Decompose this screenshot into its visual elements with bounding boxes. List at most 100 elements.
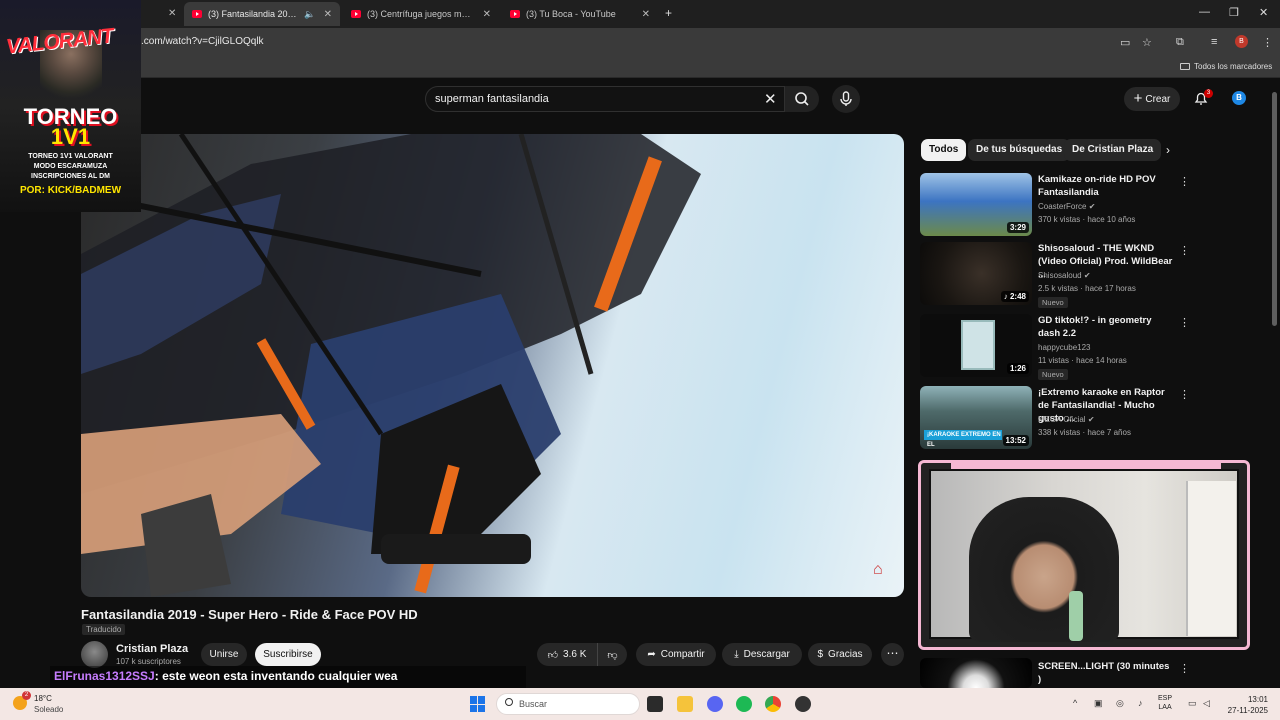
create-button[interactable]: + Crear — [1124, 87, 1180, 111]
chrome-icon[interactable] — [765, 696, 781, 712]
youtube-favicon-icon — [351, 10, 361, 18]
chat-text: : este weon esta inventando cualquier we… — [154, 669, 398, 683]
address-bar: .com/watch?v=CjilGLOQqlk ▭ ☆ ⧉ ≡ ⋮ — [0, 28, 1280, 56]
share-button[interactable]: ➦ Compartir — [636, 643, 716, 666]
recommended-video[interactable]: ♪ 2:48 Shisosaloud - THE WKND (Video Ofi… — [920, 242, 1200, 308]
download-button[interactable]: ⤓ Descargar — [722, 643, 802, 666]
restore-icon[interactable]: ❐ — [1229, 6, 1239, 19]
file-explorer-icon[interactable] — [677, 696, 693, 712]
voice-search-button[interactable] — [832, 85, 860, 113]
tab-title: (3) Tu Boca - YouTube — [526, 9, 616, 19]
tab-close-icon[interactable]: ✕ — [324, 9, 332, 20]
terminal-app-icon[interactable] — [647, 696, 663, 712]
kebab-menu-icon[interactable]: ⋮ — [1179, 316, 1190, 329]
poster-credit: POR: KICK/BADMEW — [19, 185, 122, 196]
input-language[interactable]: ESP LAA — [1158, 694, 1172, 712]
webcam-overlay — [918, 460, 1250, 650]
reading-list-icon[interactable]: ≡ — [1211, 36, 1217, 48]
close-window-icon[interactable]: ✕ — [1259, 6, 1268, 19]
speaker-icon[interactable]: 🔈 — [304, 9, 315, 20]
share-label: Compartir — [660, 649, 705, 660]
kebab-menu-icon[interactable]: ⋮ — [1179, 175, 1190, 188]
video-player[interactable] — [81, 134, 904, 597]
bookmark-star-icon[interactable]: ☆ — [1142, 36, 1152, 49]
search-input[interactable]: superman fantasilandia ✕ — [425, 86, 785, 112]
page-scrollbar[interactable] — [1272, 92, 1277, 326]
recommended-channel[interactable]: MEGA Oficial ✔ — [1038, 415, 1095, 424]
clear-search-icon[interactable]: ✕ — [764, 90, 777, 108]
extensions-icon[interactable]: ⧉ — [1176, 36, 1184, 49]
tab-centrifuga[interactable]: (3) Centrífuga juegos mecánico ✕ — [343, 4, 499, 24]
kebab-menu-icon[interactable]: ⋮ — [1179, 388, 1190, 401]
video-thumbnail[interactable]: 3:29 — [920, 173, 1032, 236]
weather-description[interactable]: Soleado — [34, 705, 63, 714]
channel-watermark-icon[interactable]: ⌂ — [873, 561, 883, 579]
join-button[interactable]: Unirse — [201, 643, 247, 666]
tab-fantasilandia[interactable]: (3) Fantasilandia 2019 - Sup 🔈 ✕ — [184, 2, 340, 26]
more-actions-button[interactable]: ⋯ — [881, 643, 904, 666]
kebab-menu-icon[interactable]: ⋮ — [1179, 662, 1190, 675]
recommended-video[interactable]: 3:29 Kamikaze on-ride HD POV Fantasiland… — [920, 173, 1200, 237]
microphone-icon[interactable]: ♪ — [1138, 698, 1143, 708]
tab-close-icon[interactable]: ✕ — [483, 9, 491, 20]
thanks-button[interactable]: $ Gracias — [808, 643, 872, 666]
video-thumbnail[interactable]: 1:26 — [920, 314, 1032, 377]
search-button[interactable] — [785, 86, 819, 112]
verified-icon: ✔ — [1088, 202, 1096, 211]
chrome-menu-icon[interactable]: ⋮ — [1262, 36, 1273, 49]
recommended-video[interactable]: ¡KARAOKE EXTREMO EN EL 13:52 ¡Extremo ka… — [920, 386, 1200, 450]
account-avatar[interactable]: B — [1232, 91, 1246, 105]
recommended-title[interactable]: SCREEN...LIGHT (30 minutes ) — [1038, 660, 1174, 686]
video-title: Fantasilandia 2019 - Super Hero - Ride &… — [81, 607, 418, 622]
windows-taskbar: 2 18°C Soleado Buscar ^ ▣ ◎ ♪ ESP LAA ▭ ◁… — [0, 688, 1280, 720]
discord-icon[interactable] — [707, 696, 723, 712]
network-icon[interactable]: ▭ — [1188, 698, 1197, 709]
spotify-icon[interactable] — [736, 696, 752, 712]
recommended-channel[interactable]: CoasterForce ✔ — [1038, 202, 1095, 211]
video-thumbnail[interactable]: ¡KARAOKE EXTREMO EN EL 13:52 — [920, 386, 1032, 449]
recommended-title[interactable]: Kamikaze on-ride HD POV Fantasilandia — [1038, 173, 1174, 199]
system-clock[interactable]: 13:01 27-11-2025 — [1222, 694, 1268, 716]
volume-icon[interactable]: ◁ — [1203, 698, 1210, 709]
tab-tu-boca[interactable]: (3) Tu Boca - YouTube ✕ — [502, 4, 658, 24]
recommended-channel[interactable]: happycube123 — [1038, 343, 1091, 352]
recommended-title[interactable]: GD tiktok!? - in geometry dash 2.2 — [1038, 314, 1174, 340]
duration-badge: 1:26 — [1006, 363, 1029, 374]
chip-de-tus-busquedas[interactable]: De tus búsquedas — [968, 139, 1071, 161]
browser-tab-bar: (3) Fantasilandia 2019 - Sup 🔈 ✕ ✕ (3) C… — [0, 0, 1280, 28]
obs-icon[interactable] — [795, 696, 811, 712]
chevron-right-icon[interactable]: › — [1166, 143, 1170, 157]
recommended-channel[interactable]: Shisosaloud ✔ — [1038, 271, 1091, 280]
taskbar-search-input[interactable]: Buscar — [496, 693, 640, 715]
chevron-up-icon[interactable]: ^ — [1073, 698, 1077, 708]
recommended-video[interactable]: SCREEN...LIGHT (30 minutes ) ⋮ — [920, 658, 1200, 688]
minimize-icon[interactable]: — — [1199, 6, 1210, 18]
like-button[interactable]: 👍︎ 3.6 K — [537, 643, 597, 666]
weather-temperature[interactable]: 18°C — [34, 694, 52, 703]
duration-badge: 3:29 — [1006, 222, 1029, 233]
new-tab-button[interactable]: + — [665, 6, 672, 20]
chip-de-cristian-plaza[interactable]: De Cristian Plaza — [1064, 139, 1162, 161]
chip-todos[interactable]: Todos — [921, 139, 967, 161]
channel-name[interactable]: Cristian Plaza — [116, 643, 188, 655]
video-thumbnail[interactable] — [920, 658, 1032, 688]
chat-username: ElFrunas1312SSJ — [54, 669, 155, 683]
tray-app-icon[interactable]: ◎ — [1116, 698, 1124, 709]
profile-avatar[interactable]: B — [1235, 35, 1248, 48]
all-bookmarks-button[interactable]: Todos los marcadores — [1180, 62, 1272, 71]
channel-avatar[interactable] — [81, 641, 108, 668]
search-value: superman fantasilandia — [435, 93, 549, 105]
kebab-menu-icon[interactable]: ⋮ — [1179, 244, 1190, 257]
video-thumbnail[interactable]: ♪ 2:48 — [920, 242, 1032, 305]
tab-close-icon[interactable]: ✕ — [168, 8, 176, 19]
subscribe-button[interactable]: Suscribirse — [255, 643, 321, 666]
start-menu-icon[interactable] — [470, 696, 486, 712]
tab-close-icon[interactable]: ✕ — [642, 9, 650, 20]
like-count: 3.6 K — [563, 649, 587, 660]
tray-app-icon[interactable]: ▣ — [1094, 698, 1103, 709]
cast-icon[interactable]: ▭ — [1120, 36, 1130, 49]
bookmarks-label: Todos los marcadores — [1194, 62, 1273, 71]
recommended-video[interactable]: 1:26 GD tiktok!? - in geometry dash 2.2 … — [920, 314, 1200, 380]
url-field[interactable]: .com/watch?v=CjilGLOQqlk — [141, 36, 264, 47]
dislike-button[interactable]: 👎︎ — [597, 643, 627, 666]
